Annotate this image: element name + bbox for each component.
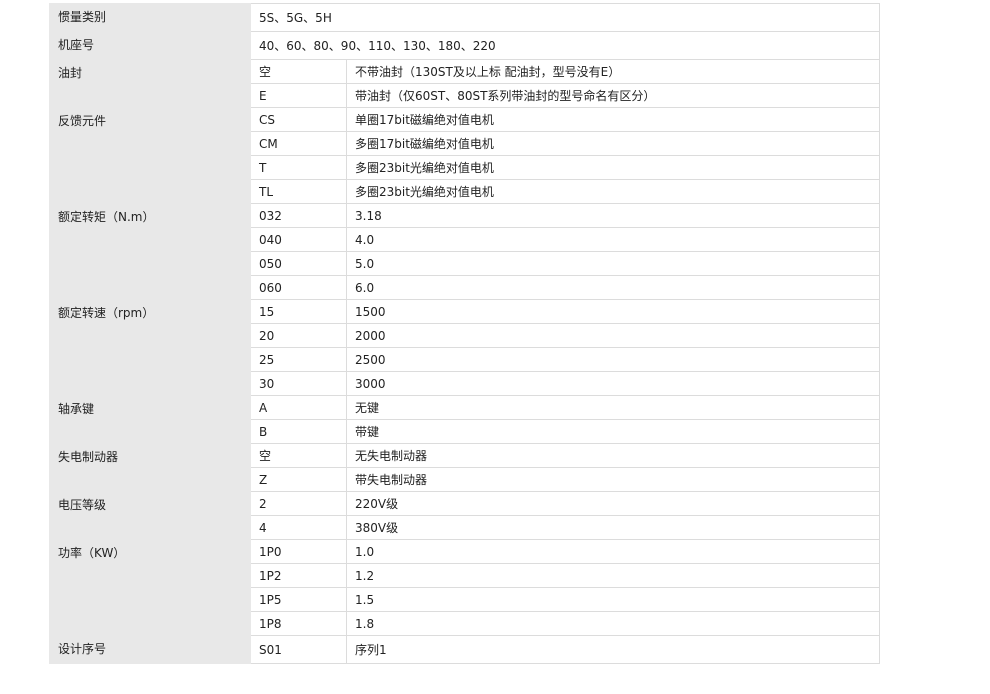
category-label: 设计序号	[49, 635, 251, 664]
code-cell: 20	[250, 323, 347, 348]
category-label: 功率（KW）	[49, 539, 251, 636]
code-cell: 15	[250, 299, 347, 324]
description-cell: 1500	[345, 299, 881, 324]
description-cell: 带失电制动器	[345, 467, 881, 492]
description-cell: 3000	[345, 371, 881, 396]
code-cell: 4	[250, 515, 347, 540]
code-cell: 1P2	[250, 563, 347, 588]
value-cell: 5S、5G、5H	[249, 3, 881, 32]
code-cell: 050	[250, 251, 347, 276]
description-cell: 带油封（仅60ST、80ST系列带油封的型号命名有区分）	[345, 83, 881, 108]
description-cell: 220V级	[345, 491, 881, 516]
description-cell: 3.18	[345, 203, 881, 228]
table-row: 机座号 40、60、80、90、110、130、180、220	[49, 31, 881, 60]
category-label: 油封	[49, 59, 251, 108]
code-cell: 25	[250, 347, 347, 372]
code-cell: 2	[250, 491, 347, 516]
code-cell: 空	[250, 443, 347, 468]
table-row: 失电制动器空无失电制动器	[49, 443, 881, 492]
table-row: 额定转速（rpm） 15 1500	[49, 299, 881, 396]
code-cell: CM	[250, 131, 347, 156]
table-row: 反馈元件 CS 单圈17bit磁编绝对值电机	[49, 107, 881, 204]
category-label: 惯量类别	[49, 3, 251, 32]
category-label: 轴承键	[49, 395, 251, 444]
category-label: 机座号	[49, 31, 251, 60]
description-cell: 无失电制动器	[345, 443, 881, 468]
category-label: 失电制动器	[49, 443, 251, 492]
category-label: 电压等级	[49, 491, 251, 540]
table-row: 功率（KW） 1P0 1.0	[49, 539, 881, 636]
table-row: 设计序号 S01 序列1	[49, 635, 881, 664]
spec-table: 惯量类别 5S、5G、5H 机座号 40、60、80、90、110、130、180、2…	[49, 3, 881, 664]
description-cell: 序列1	[345, 635, 881, 664]
code-cell: 032	[250, 203, 347, 228]
description-cell: 不带油封（130ST及以上标 配油封，型号没有E）	[345, 59, 881, 84]
description-cell: 多圈23bit光编绝对值电机	[345, 155, 881, 180]
table-row: 油封空不带油封（130ST及以上标 配油封，型号没有E）	[49, 59, 881, 108]
code-cell: CS	[250, 107, 347, 132]
description-cell: 带键	[345, 419, 881, 444]
description-cell: 2500	[345, 347, 881, 372]
description-cell: 6.0	[345, 275, 881, 300]
description-cell: 多圈17bit磁编绝对值电机	[345, 131, 881, 156]
category-label: 反馈元件	[49, 107, 251, 204]
code-cell: T	[250, 155, 347, 180]
description-cell: 多圈23bit光编绝对值电机	[345, 179, 881, 204]
code-cell: 060	[250, 275, 347, 300]
category-label: 额定转速（rpm）	[49, 299, 251, 396]
table-row: 惯量类别 5S、5G、5H	[49, 3, 881, 32]
spec-table-body: 惯量类别 5S、5G、5H 机座号 40、60、80、90、110、130、180、2…	[49, 3, 881, 664]
code-cell: 1P0	[250, 539, 347, 564]
code-cell: 30	[250, 371, 347, 396]
value-cell: 40、60、80、90、110、130、180、220	[249, 31, 881, 60]
description-cell: 2000	[345, 323, 881, 348]
code-cell: 空	[250, 59, 347, 84]
description-cell: 1.2	[345, 563, 881, 588]
code-cell: TL	[250, 179, 347, 204]
code-cell: 1P8	[250, 611, 347, 636]
table-row: 电压等级 2 220V级	[49, 491, 881, 540]
code-cell: 040	[250, 227, 347, 252]
code-cell: E	[250, 83, 347, 108]
code-cell: B	[250, 419, 347, 444]
code-cell: 1P5	[250, 587, 347, 612]
code-cell: Z	[250, 467, 347, 492]
description-cell: 5.0	[345, 251, 881, 276]
description-cell: 1.5	[345, 587, 881, 612]
description-cell: 无键	[345, 395, 881, 420]
code-cell: A	[250, 395, 347, 420]
category-label: 额定转矩（N.m）	[49, 203, 251, 300]
description-cell: 380V级	[345, 515, 881, 540]
table-row: 额定转矩（N.m） 032 3.18	[49, 203, 881, 300]
description-cell: 1.0	[345, 539, 881, 564]
description-cell: 4.0	[345, 227, 881, 252]
table-row: 轴承键 A 无键	[49, 395, 881, 444]
description-cell: 1.8	[345, 611, 881, 636]
description-cell: 单圈17bit磁编绝对值电机	[345, 107, 881, 132]
code-cell: S01	[250, 635, 347, 664]
